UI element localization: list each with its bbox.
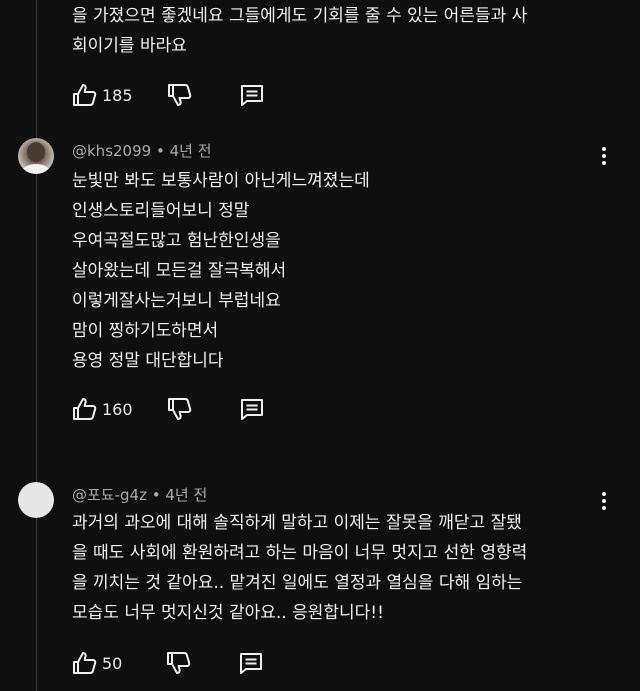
comment-line: 인생스토리들어보니 정말 xyxy=(72,201,250,221)
comment-line: 용영 정말 대단합니다 xyxy=(72,351,224,371)
comment-line: 을 가졌으면 좋겠네요 그들에게도 기회를 줄 수 있는 어른들과 사 xyxy=(72,6,528,26)
reply-button[interactable] xyxy=(238,651,264,675)
comment-header: @khs2099 • 4년 전 xyxy=(72,140,212,161)
like-button[interactable] xyxy=(72,651,98,675)
dislike-button[interactable] xyxy=(166,651,192,675)
reply-comment-icon xyxy=(240,653,262,674)
comment-time[interactable]: 4년 전 xyxy=(165,486,207,504)
comment-line: 맘이 찡하기도하면서 xyxy=(72,321,219,341)
comment-line: 눈빛만 봐도 보통사람이 아닌게느껴졌는데 xyxy=(72,171,370,191)
comment-actions-prev: 185 xyxy=(72,81,265,109)
thumbs-down-icon xyxy=(167,398,191,420)
like-button[interactable] xyxy=(72,83,98,107)
meta-separator: • xyxy=(155,142,170,160)
comment-line: 이렇게잘사는거보니 부럽네요 xyxy=(72,291,281,311)
thumbs-up-icon xyxy=(73,84,97,106)
comment-header: @포됴-g4z • 4년 전 xyxy=(72,484,207,505)
comment-actions-khs: 160 xyxy=(72,395,265,423)
comment-line: 회이기를 바라요 xyxy=(72,36,187,56)
like-count: 185 xyxy=(102,85,133,105)
thumbs-up-icon xyxy=(73,398,97,420)
avatar[interactable] xyxy=(18,138,54,174)
more-vertical-icon[interactable] xyxy=(594,144,614,168)
reply-comment-icon xyxy=(240,399,263,420)
comment-line: 을 끼치는 것 같아요.. 맡겨진 일에도 열정과 열심을 다해 임하는 xyxy=(72,573,523,593)
like-button[interactable] xyxy=(72,397,98,421)
comment-body-podo: 과거의 과오에 대해 솔직하게 말하고 이제는 잘못을 깨닫고 잘됐 을 때도 … xyxy=(72,508,527,628)
comment-line: 우여곡절도많고 험난한인생을 xyxy=(72,231,281,251)
more-vertical-icon[interactable] xyxy=(594,489,614,513)
avatar[interactable] xyxy=(18,482,54,518)
dislike-button[interactable] xyxy=(167,397,193,421)
reply-button[interactable] xyxy=(239,83,265,107)
like-count: 160 xyxy=(102,399,133,419)
reply-thread-line xyxy=(36,0,37,691)
thumbs-down-icon xyxy=(167,652,191,674)
author-handle[interactable]: @khs2099 xyxy=(72,142,151,160)
thumbs-down-icon xyxy=(167,84,191,106)
comment-actions-podo: 50 xyxy=(72,649,264,677)
like-count: 50 xyxy=(102,653,123,673)
comment-body-prev: 을 가졌으면 좋겠네요 그들에게도 기회를 줄 수 있는 어른들과 사 회이기를… xyxy=(72,1,527,61)
comment-line: 살아왔는데 모든걸 잘극복해서 xyxy=(72,261,287,281)
comment-body-khs: 눈빛만 봐도 보통사람이 아닌게느껴졌는데 인생스토리들어보니 정말 우여곡절도… xyxy=(72,166,370,376)
author-handle[interactable]: @포됴-g4z xyxy=(72,486,147,504)
reply-button[interactable] xyxy=(239,397,265,421)
reply-comment-icon xyxy=(240,85,263,106)
comment-line: 모습도 너무 멋지신것 같아요.. 응원합니다!! xyxy=(72,603,384,623)
dislike-button[interactable] xyxy=(167,83,193,107)
thumbs-up-icon xyxy=(73,652,97,674)
comment-line: 을 때도 사회에 환원하려고 하는 마음이 너무 멋지고 선한 영향력 xyxy=(72,543,528,563)
comment-line: 과거의 과오에 대해 솔직하게 말하고 이제는 잘못을 깨닫고 잘됐 xyxy=(72,513,522,533)
meta-separator: • xyxy=(151,486,166,504)
comment-time[interactable]: 4년 전 xyxy=(170,142,212,160)
